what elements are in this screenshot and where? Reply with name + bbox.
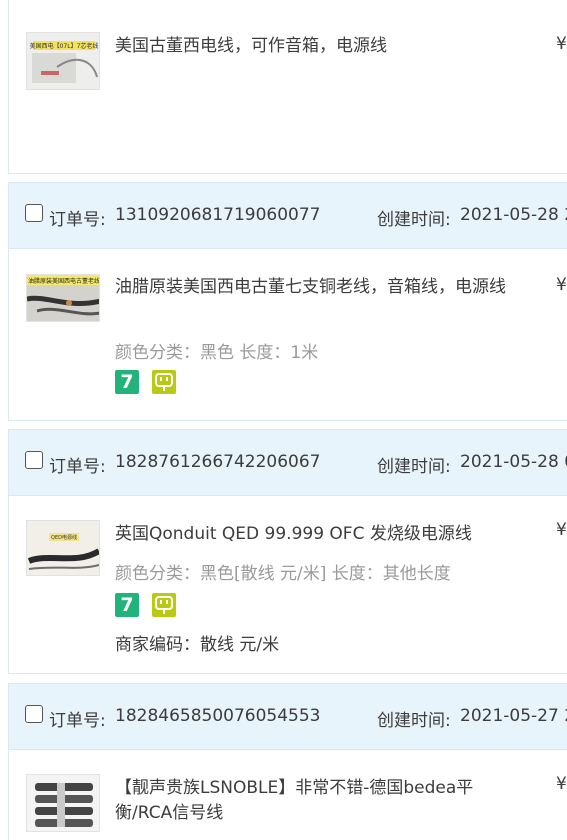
product-price: ¥3	[556, 774, 567, 794]
order-number: 1828465850076054553	[115, 706, 321, 726]
created-time-label: 创建时间:	[377, 457, 451, 477]
order-number: 1828761266742206067	[115, 452, 321, 472]
order-number-label: 订单号:	[49, 457, 106, 477]
product-title[interactable]: 美国古董西电线，可作音箱，电源线	[115, 34, 525, 59]
plug-service-icon	[152, 593, 176, 617]
created-time: 2021-05-28 0	[460, 452, 567, 472]
thumbnail-caption: QED电源线	[51, 534, 77, 541]
order-number-label: 订单号:	[49, 711, 106, 731]
order-select-checkbox[interactable]	[25, 204, 43, 222]
order-card: 订单号: 1310920681719060077 创建时间: 2021-05-2…	[8, 182, 567, 421]
created-time: 2021-05-28 2	[460, 205, 567, 225]
order-header: 订单号: 1828465850076054553 创建时间: 2021-05-2…	[9, 684, 567, 750]
created-time-label: 创建时间:	[377, 711, 451, 731]
thumbnail-caption: 油腊原装美国西电古董老线	[28, 277, 100, 285]
product-title[interactable]: 英国Qonduit QED 99.999 OFC 发烧级电源线	[115, 522, 525, 547]
product-title[interactable]: 油腊原装美国西电古董七支铜老线，音箱线，电源线	[115, 275, 525, 300]
order-card: 订单号: 1828465850076054553 创建时间: 2021-05-2…	[8, 683, 567, 840]
product-title[interactable]: 【靓声贵族LSNOBLE】非常不错-德国bedea平衡/RCA信号线	[115, 776, 525, 826]
order-number: 1310920681719060077	[115, 205, 321, 225]
product-price: ¥	[556, 34, 567, 54]
order-list: 美国西电【07L】7芯老线 美国古董西电线，可作音箱，电源线 ¥ 订单号: 13…	[0, 0, 567, 840]
order-select-checkbox[interactable]	[25, 705, 43, 723]
product-price: ¥	[556, 520, 567, 540]
order-number-label: 订单号:	[49, 210, 106, 230]
seven-day-return-icon: 7	[115, 593, 139, 617]
thumbnail-caption: 美国西电【07L】7芯老线	[30, 42, 99, 50]
order-card: 订单号: 1828761266742206067 创建时间: 2021-05-2…	[8, 429, 567, 674]
product-thumbnail[interactable]: QED电源线	[26, 520, 100, 576]
order-header: 订单号: 1828761266742206067 创建时间: 2021-05-2…	[9, 430, 567, 496]
created-time: 2021-05-27 2	[460, 706, 567, 726]
plug-service-icon	[152, 370, 176, 394]
product-thumbnail[interactable]: 美国西电【07L】7芯老线	[26, 32, 100, 90]
order-card: 美国西电【07L】7芯老线 美国古董西电线，可作音箱，电源线 ¥	[8, 0, 567, 174]
seven-day-return-icon: 7	[115, 370, 139, 394]
product-thumbnail[interactable]	[26, 774, 100, 832]
order-select-checkbox[interactable]	[25, 451, 43, 469]
order-header: 订单号: 1310920681719060077 创建时间: 2021-05-2…	[9, 183, 567, 249]
product-price: ¥	[556, 275, 567, 295]
merchant-code: 商家编码：散线 元/米	[115, 635, 280, 655]
product-thumbnail[interactable]: 油腊原装美国西电古董老线	[26, 274, 100, 322]
created-time-label: 创建时间:	[377, 210, 451, 230]
product-sku: 颜色分类：黑色[散线 元/米] 长度：其他长度	[115, 564, 451, 584]
product-sku: 颜色分类：黑色 长度：1米	[115, 343, 319, 363]
